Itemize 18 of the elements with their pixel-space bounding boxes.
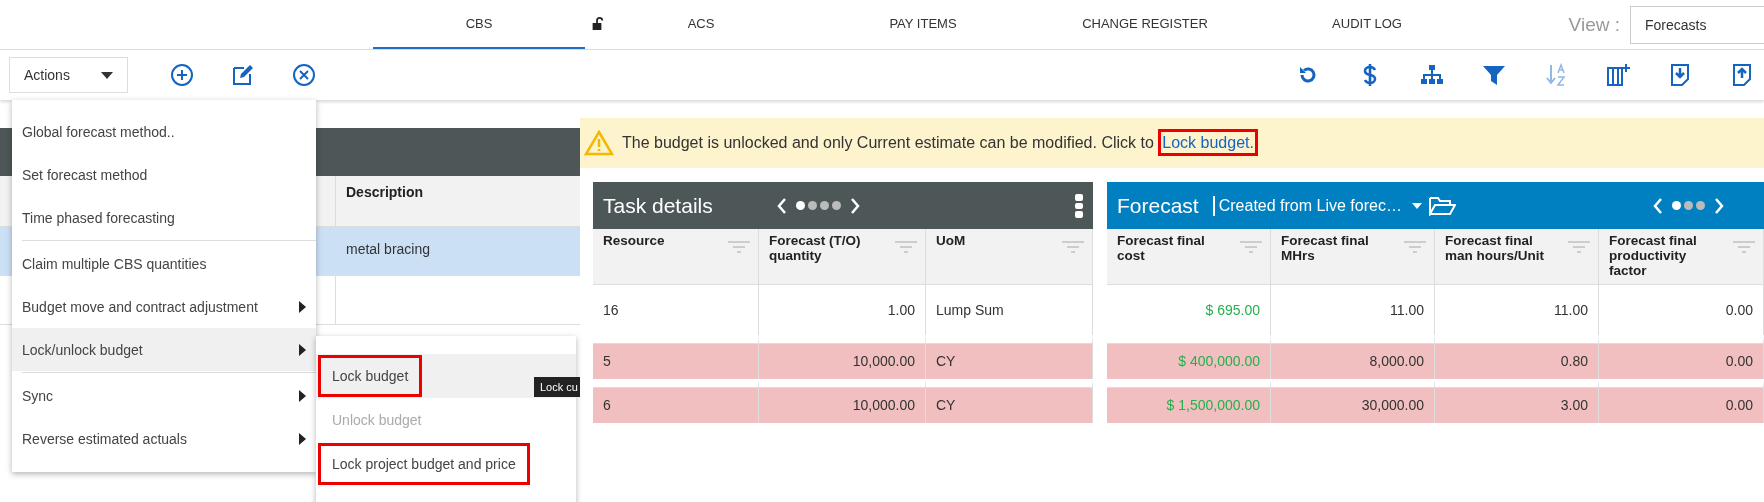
table-cell: 5 <box>593 335 759 379</box>
table-cell: 0.00 <box>1599 379 1764 423</box>
panel-title: Task details <box>603 193 713 218</box>
table-cell: CY <box>926 379 1093 423</box>
table-cell: $ 1,500,000.00 <box>1107 379 1271 423</box>
table-cell: $ 400,000.00 <box>1107 335 1271 379</box>
table-cell: 10,000.00 <box>759 335 926 379</box>
table-cell: 30,000.00 <box>1271 379 1435 423</box>
table-cell: 8,000.00 <box>1271 335 1435 379</box>
table-cell: 6 <box>593 379 759 423</box>
view-label: View : <box>1568 13 1620 36</box>
panel-title: Forecast <box>1117 193 1199 218</box>
table-cell: CY <box>926 335 1093 379</box>
table-cell: 0.80 <box>1435 335 1599 379</box>
tooltip: Lock cu <box>534 377 580 397</box>
table-cell: 0.00 <box>1599 335 1764 379</box>
table-cell: 3.00 <box>1435 379 1599 423</box>
table-cell: 10,000.00 <box>759 379 926 423</box>
